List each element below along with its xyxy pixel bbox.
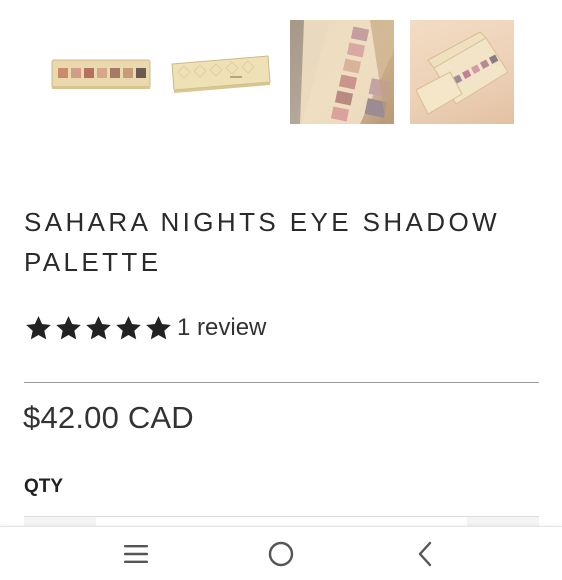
star-icon	[26, 316, 51, 340]
star-icon	[116, 316, 141, 340]
back-chevron-icon	[418, 541, 432, 567]
star-icon	[146, 316, 171, 340]
thumbnail-3[interactable]	[290, 20, 394, 124]
thumbnail-2[interactable]	[170, 20, 274, 124]
product-title: SAHARA NIGHTS EYE SHADOW PALETTE	[24, 207, 501, 277]
palette-angled-image	[415, 31, 509, 115]
back-button[interactable]	[405, 537, 445, 571]
thumbnail-4[interactable]	[410, 20, 514, 124]
product-rating[interactable]: 1 review	[24, 314, 266, 342]
home-circle-icon	[268, 541, 294, 567]
menu-icon	[124, 545, 148, 563]
review-count-link[interactable]: 1 review	[177, 314, 266, 342]
system-navigation-bar	[0, 526, 562, 580]
divider	[24, 382, 539, 383]
palette-closeup-image	[290, 20, 394, 124]
star-rating	[24, 314, 173, 342]
palette-open-image	[51, 59, 151, 89]
star-icon	[56, 316, 81, 340]
quantity-label: QTY	[24, 476, 64, 497]
home-button[interactable]	[261, 537, 301, 571]
star-icon	[86, 316, 111, 340]
thumbnail-1[interactable]	[50, 20, 154, 124]
product-price: $42.00 CAD	[23, 400, 194, 435]
recent-apps-button[interactable]	[116, 537, 156, 571]
palette-closed-image	[171, 55, 271, 93]
thumbnail-gallery	[50, 20, 514, 124]
